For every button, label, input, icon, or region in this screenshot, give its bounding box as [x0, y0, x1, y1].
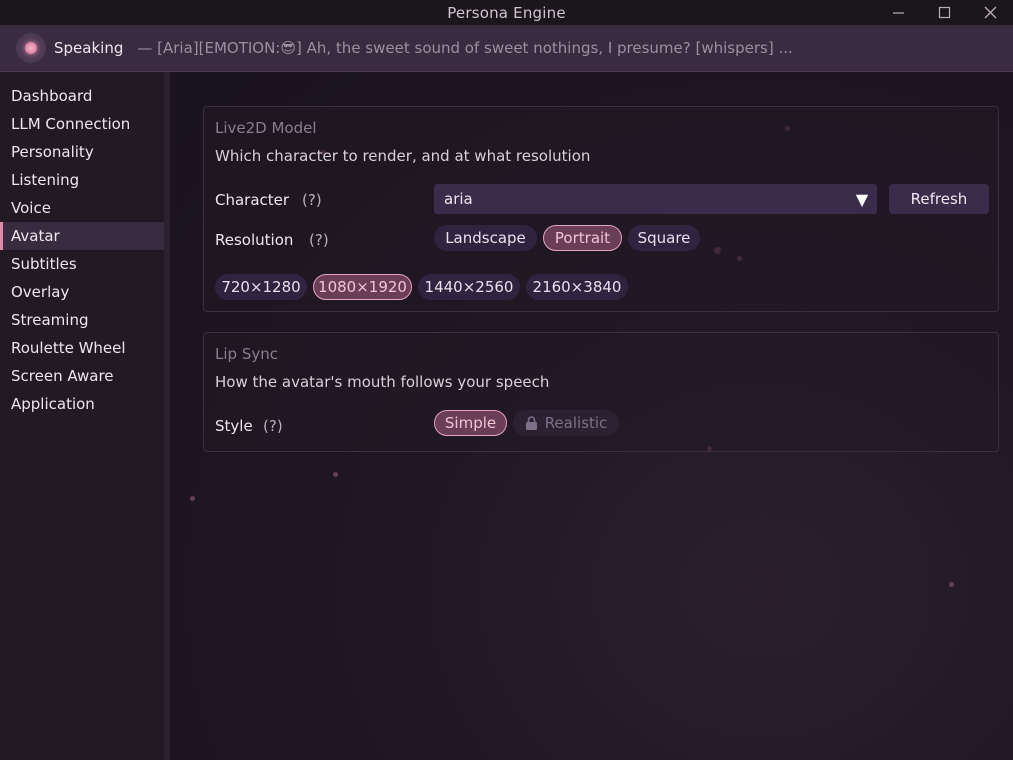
character-help[interactable]: (?) — [302, 191, 322, 209]
orientation-square-chip[interactable]: Square — [628, 225, 700, 251]
window-title: Persona Engine — [447, 3, 566, 22]
style-label: Style — [215, 417, 253, 435]
lipsync-realistic-chip[interactable]: Realistic — [513, 410, 619, 436]
chevron-down-icon: ▼ — [855, 189, 869, 209]
close-icon — [984, 6, 996, 19]
sidebar-item-screen-aware[interactable]: Screen Aware — [0, 362, 164, 390]
sidebar-item-personality[interactable]: Personality — [0, 138, 164, 166]
orientation-landscape-chip[interactable]: Landscape — [434, 225, 537, 251]
minimize-button[interactable] — [875, 0, 921, 25]
lock-icon — [525, 416, 537, 430]
resolution-label: Resolution — [215, 231, 294, 249]
sidebar-item-roulette-wheel[interactable]: Roulette Wheel — [0, 334, 164, 362]
lip-sync-panel: Lip Sync How the avatar's mouth follows … — [203, 332, 999, 452]
character-label: Character — [215, 191, 290, 209]
main-content: Live2D Model Which character to render, … — [176, 72, 1013, 760]
sidebar-item-subtitles[interactable]: Subtitles — [0, 250, 164, 278]
maximize-icon — [938, 6, 950, 19]
sidebar-item-streaming[interactable]: Streaming — [0, 306, 164, 334]
resolution-720x1280-chip[interactable]: 720×1280 — [215, 274, 307, 300]
resolution-1440x2560-chip[interactable]: 1440×2560 — [418, 274, 520, 300]
lipsync-realistic-label: Realistic — [544, 414, 608, 432]
close-button[interactable] — [967, 0, 1013, 25]
resolution-1080x1920-chip[interactable]: 1080×1920 — [313, 274, 412, 300]
status-state: Speaking — [54, 39, 124, 57]
status-message: — [Aria][EMOTION:😎] Ah, the sweet sound … — [137, 39, 793, 57]
speaking-indicator-icon — [16, 33, 46, 63]
maximize-button[interactable] — [921, 0, 967, 25]
panel-title: Lip Sync — [215, 345, 278, 363]
panel-description: How the avatar's mouth follows your spee… — [215, 373, 550, 391]
sidebar-item-llm-connection[interactable]: LLM Connection — [0, 110, 164, 138]
style-help[interactable]: (?) — [263, 417, 283, 435]
sidebar-item-listening[interactable]: Listening — [0, 166, 164, 194]
sidebar-item-dashboard[interactable]: Dashboard — [0, 82, 164, 110]
window-controls — [875, 0, 1013, 25]
sidebar-item-voice[interactable]: Voice — [0, 194, 164, 222]
particle-dot — [333, 472, 338, 477]
particle-dot — [949, 582, 954, 587]
sidebar-item-avatar[interactable]: Avatar — [0, 222, 164, 250]
panel-title: Live2D Model — [215, 119, 317, 137]
particle-dot — [190, 496, 195, 501]
lipsync-simple-chip[interactable]: Simple — [434, 410, 507, 436]
resolution-help[interactable]: (?) — [309, 231, 329, 249]
character-select[interactable]: aria ▼ — [434, 184, 877, 214]
resolution-2160x3840-chip[interactable]: 2160×3840 — [526, 274, 628, 300]
sidebar-nav: Dashboard LLM Connection Personality Lis… — [0, 72, 170, 760]
sidebar-item-application[interactable]: Application — [0, 390, 164, 418]
live2d-model-panel: Live2D Model Which character to render, … — [203, 106, 999, 312]
minimize-icon — [892, 12, 904, 14]
refresh-button[interactable]: Refresh — [889, 184, 989, 214]
character-select-value: aria — [444, 190, 473, 208]
status-bar: Speaking — [Aria][EMOTION:😎] Ah, the swe… — [0, 25, 1013, 72]
sidebar-item-overlay[interactable]: Overlay — [0, 278, 164, 306]
panel-description: Which character to render, and at what r… — [215, 147, 591, 165]
orientation-portrait-chip[interactable]: Portrait — [543, 225, 622, 251]
title-bar: Persona Engine — [0, 0, 1013, 25]
